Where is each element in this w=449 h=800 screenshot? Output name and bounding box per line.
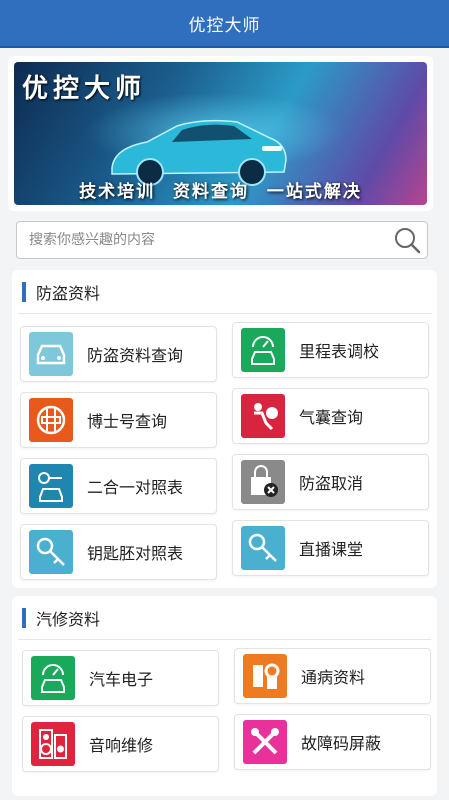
- app-header: 优控大师: [0, 0, 449, 48]
- feature-card-key-blank[interactable]: 钥匙胚对照表: [20, 524, 217, 580]
- key-car-icon: [29, 464, 73, 508]
- key-icon: [29, 530, 73, 574]
- speaker-icon: [31, 722, 75, 766]
- tools-icon: [243, 720, 287, 764]
- airbag-icon: [241, 394, 285, 438]
- car-front-icon: [29, 332, 73, 376]
- feature-label: 博士号查询: [87, 412, 168, 431]
- feature-label: 故障码屏蔽: [301, 734, 382, 753]
- feature-label: 汽车电子: [89, 670, 154, 689]
- feature-card-odometer[interactable]: 里程表调校: [232, 322, 429, 378]
- feature-card-anti-theft-query[interactable]: 防盗资料查询: [20, 326, 217, 382]
- search-input[interactable]: [29, 232, 387, 248]
- section-title: 防盗资料: [36, 283, 101, 303]
- banner-container: 优控大师 技术培训 资料查询 一站式解决: [8, 56, 433, 211]
- feature-label: 通病资料: [301, 668, 366, 687]
- feature-label: 里程表调校: [299, 342, 380, 361]
- feature-label: 防盗取消: [299, 474, 364, 493]
- key-icon: [241, 526, 285, 570]
- lock-cancel-icon: [241, 460, 285, 504]
- feature-label: 直播课堂: [299, 540, 364, 559]
- feature-card-fault-code-block[interactable]: 故障码屏蔽: [234, 714, 431, 770]
- section-auto-repair: 汽修资料 汽车电子 通病资料 音响维修 故障码屏蔽: [12, 596, 437, 796]
- wrench-gear-icon: [243, 654, 287, 698]
- feature-card-bosch[interactable]: 博士号查询: [20, 392, 217, 448]
- section-anti-theft: 防盗资料 防盗资料查询 里程表调校 博士号查询 气囊查询 二合一对照表 防盗取消…: [12, 270, 437, 588]
- section-accent-bar: [22, 281, 26, 302]
- feature-card-cancel-anti-theft[interactable]: 防盗取消: [232, 454, 429, 510]
- feature-label: 防盗资料查询: [87, 346, 184, 365]
- feature-label: 二合一对照表: [87, 478, 184, 497]
- feature-label: 气囊查询: [299, 408, 364, 427]
- section-header: 汽修资料: [18, 596, 431, 640]
- section-title: 汽修资料: [36, 609, 101, 629]
- banner-title: 优控大师: [22, 74, 147, 104]
- promo-banner[interactable]: 优控大师 技术培训 资料查询 一站式解决: [14, 62, 427, 205]
- feature-card-common-faults[interactable]: 通病资料: [234, 648, 431, 704]
- feature-card-airbag[interactable]: 气囊查询: [232, 388, 429, 444]
- car-electronics-icon: [31, 656, 75, 700]
- feature-label: 钥匙胚对照表: [87, 544, 184, 563]
- feature-card-two-in-one[interactable]: 二合一对照表: [20, 458, 217, 514]
- odometer-car-icon: [241, 328, 285, 372]
- banner-tagline: 技术培训 资料查询 一站式解决: [79, 182, 362, 202]
- page-title: 优控大师: [188, 15, 261, 36]
- bosch-logo-icon: [29, 398, 73, 442]
- search-icon[interactable]: [387, 222, 427, 258]
- section-accent-bar: [22, 607, 26, 628]
- feature-label: 音响维修: [89, 736, 154, 755]
- feature-card-live-class[interactable]: 直播课堂: [232, 520, 429, 576]
- section-header: 防盗资料: [18, 270, 431, 314]
- feature-card-audio-repair[interactable]: 音响维修: [22, 716, 219, 772]
- feature-card-car-electronics[interactable]: 汽车电子: [22, 650, 219, 706]
- search-bar[interactable]: [16, 221, 428, 259]
